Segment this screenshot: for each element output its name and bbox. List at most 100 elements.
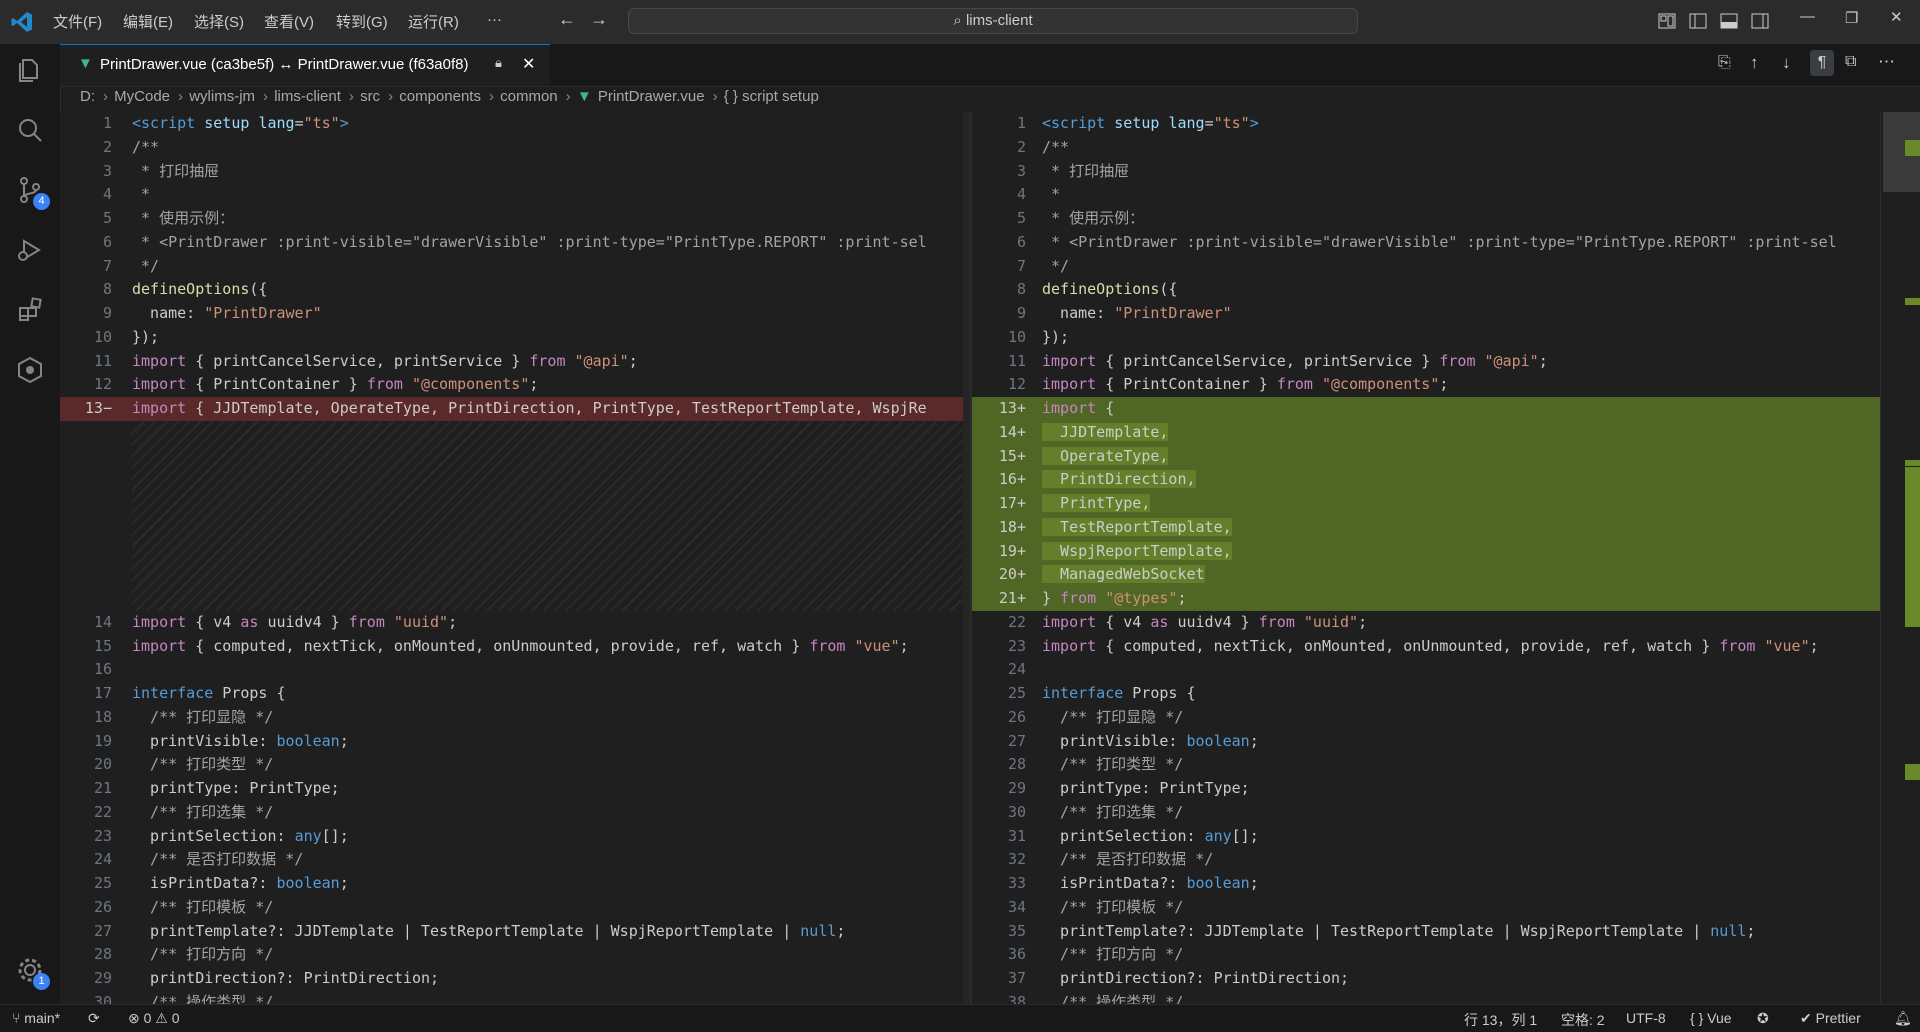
copilot-icon[interactable]: ✪ [1757, 1010, 1769, 1027]
breadcrumb-item[interactable]: lims-client [274, 88, 341, 105]
code-line[interactable]: 5 * 使用示例： [60, 207, 970, 231]
minimize-icon[interactable]: — [1800, 8, 1820, 28]
code-line[interactable]: 10}); [972, 326, 1880, 350]
code-line[interactable]: 29 printType: PrintType; [972, 777, 1880, 801]
breadcrumb-item[interactable]: src [360, 88, 380, 105]
code-line[interactable]: 2 /** [972, 136, 1880, 160]
open-file-icon[interactable]: ⎘ [1718, 54, 1731, 72]
code-line[interactable]: 36 /** 打印方向 */ [972, 943, 1880, 967]
code-line[interactable]: 4 * [60, 183, 970, 207]
breadcrumb-item[interactable]: components [399, 88, 481, 105]
code-line[interactable]: 13− import { JJDTemplate, OperateType, Pr… [60, 397, 970, 421]
language-mode[interactable]: { } Vue [1690, 1010, 1732, 1026]
code-line[interactable]: 33 isPrintData?: boolean; [972, 872, 1880, 896]
code-line[interactable]: 7 */ [60, 255, 970, 279]
code-line[interactable]: 7 */ [972, 255, 1880, 279]
code-line[interactable]: 1 <script setup lang="ts"> [972, 112, 1880, 136]
code-line[interactable]: 5 * 使用示例： [972, 207, 1880, 231]
code-line[interactable]: 24 [972, 658, 1880, 682]
gitlens-icon[interactable] [14, 354, 46, 386]
code-line[interactable]: 17 interface Props { [60, 682, 970, 706]
toggle-inline-view-icon[interactable]: ⧉ [1845, 53, 1856, 71]
code-line[interactable]: 21+} from "@types"; [972, 587, 1880, 611]
branch-status[interactable]: ⑂ main* [12, 1010, 60, 1026]
code-line[interactable]: 16+ PrintDirection, [972, 468, 1880, 492]
code-line[interactable]: 11 import { printCancelService, printServ… [60, 350, 970, 374]
close-tab-icon[interactable]: ✕ [522, 54, 535, 74]
run-debug-icon[interactable] [14, 234, 46, 266]
code-line[interactable]: 8 defineOptions({ [972, 278, 1880, 302]
toggle-panel-icon[interactable] [1719, 11, 1739, 31]
code-line[interactable]: 3 * 打印抽屉 [60, 160, 970, 184]
code-line[interactable]: 4 * [972, 183, 1880, 207]
sync-icon[interactable]: ⟳ [88, 1010, 100, 1027]
code-line[interactable]: 30 /** 操作类型 */ [60, 991, 970, 1004]
code-line[interactable]: 16 [60, 658, 970, 682]
code-line[interactable]: 35 printTemplate?: JJDTemplate | TestRep… [972, 920, 1880, 944]
breadcrumb-item[interactable]: common [500, 88, 558, 105]
code-line[interactable]: 25 interface Props { [972, 682, 1880, 706]
breadcrumb-item[interactable]: D: [80, 88, 95, 105]
code-line[interactable]: 27 printVisible: boolean; [972, 730, 1880, 754]
menu-edit[interactable]: 编辑(E) [123, 11, 173, 32]
code-line[interactable]: 22 import { v4 as uuidv4 } from "uuid"; [972, 611, 1880, 635]
code-line[interactable]: 6 * <PrintDrawer :print-visible="drawerV… [972, 231, 1880, 255]
explorer-icon[interactable] [14, 54, 46, 86]
code-line[interactable]: 27 printTemplate?: JJDTemplate | TestRep… [60, 920, 970, 944]
code-line[interactable]: 20+ ManagedWebSocket [972, 563, 1880, 587]
search-icon[interactable] [14, 114, 46, 146]
breadcrumb-symbol[interactable]: { } script setup [724, 88, 819, 105]
breadcrumb-item[interactable]: MyCode [114, 88, 170, 105]
indentation-status[interactable]: 空格: 2 [1561, 1010, 1605, 1030]
forward-arrow-icon[interactable]: → [590, 9, 610, 29]
notifications-bell-icon[interactable]: 🔔︎ [1894, 1010, 1912, 1027]
tab-diff-printdrawer[interactable]: ▼ PrintDrawer.vue (ca3be5f) ↔ PrintDrawe… [60, 44, 550, 86]
back-arrow-icon[interactable]: ← [558, 9, 578, 29]
code-line[interactable]: 19+ WspjReportTemplate, [972, 539, 1880, 564]
code-line[interactable]: 26 /** 打印模板 */ [60, 896, 970, 920]
code-line[interactable]: 11 import { printCancelService, printServ… [972, 350, 1880, 374]
diff-original-editor[interactable]: 1 <script setup lang="ts"> 2/** 3 * 打印抽屉 4 *… [60, 112, 970, 1004]
diff-modified-editor[interactable]: 1 <script setup lang="ts"> 2/** 3 * 打印抽屉 4 *… [972, 112, 1880, 1004]
overview-ruler[interactable] [1880, 112, 1920, 1004]
code-line[interactable]: 14 import { v4 as uuidv4 } from "uuid"; [60, 611, 970, 635]
show-whitespace-icon[interactable]: ¶ [1810, 50, 1834, 76]
menu-go[interactable]: 转到(G) [336, 11, 388, 32]
close-window-icon[interactable]: ✕ [1890, 8, 1910, 28]
next-change-icon[interactable]: ↓ [1782, 53, 1791, 73]
code-line[interactable]: 13+ import { [972, 397, 1880, 421]
restore-icon[interactable]: ❐ [1845, 9, 1865, 29]
extensions-icon[interactable] [14, 294, 46, 326]
menu-file[interactable]: 文件(F) [53, 11, 102, 32]
code-line[interactable]: 21 printType: PrintType; [60, 777, 970, 801]
left-scrollbar[interactable] [963, 112, 970, 1004]
code-line[interactable]: 37 printDirection?: PrintDirection; [972, 967, 1880, 991]
code-line[interactable]: 3 * 打印抽屉 [972, 160, 1880, 184]
code-line[interactable]: 18 /** 打印显隐 */ [60, 706, 970, 730]
breadcrumb-item[interactable]: wylims-jm [189, 88, 255, 105]
command-center-search[interactable]: ⌕ lims-client [628, 8, 1358, 34]
code-line[interactable]: 31 printSelection: any[]; [972, 825, 1880, 849]
code-line[interactable]: 15+ OperateType, [972, 444, 1880, 469]
code-line[interactable]: 17+ PrintType, [972, 492, 1880, 516]
menu-selection[interactable]: 选择(S) [194, 11, 244, 32]
code-line[interactable]: 28 /** 打印类型 */ [972, 753, 1880, 777]
code-line[interactable]: 26 /** 打印显隐 */ [972, 706, 1880, 730]
code-line[interactable]: 6 * <PrintDrawer :print-visible="drawerV… [60, 231, 970, 255]
encoding-status[interactable]: UTF-8 [1626, 1010, 1666, 1026]
code-line[interactable]: 15 import { computed, nextTick, onMounted… [60, 635, 970, 659]
more-actions-icon[interactable]: ⋯ [1878, 52, 1895, 72]
menu-view[interactable]: 查看(V) [264, 11, 314, 32]
code-line[interactable]: 19 printVisible: boolean; [60, 730, 970, 754]
code-line[interactable]: 34 /** 打印模板 */ [972, 896, 1880, 920]
code-line[interactable]: 20 /** 打印类型 */ [60, 753, 970, 777]
code-line[interactable]: 14+ JJDTemplate, [972, 420, 1880, 445]
code-line[interactable]: 22 /** 打印选集 */ [60, 801, 970, 825]
menu-more[interactable]: ··· [487, 11, 502, 28]
code-line[interactable]: 29 printDirection?: PrintDirection; [60, 967, 970, 991]
code-line[interactable]: 12 import { PrintContainer } from "@compo… [972, 373, 1880, 397]
settings-gear-icon[interactable]: 1 [14, 954, 50, 990]
code-line[interactable]: 25 isPrintData?: boolean; [60, 872, 970, 896]
code-line[interactable]: 9 name: "PrintDrawer" [60, 302, 970, 326]
previous-change-icon[interactable]: ↑ [1750, 53, 1759, 73]
